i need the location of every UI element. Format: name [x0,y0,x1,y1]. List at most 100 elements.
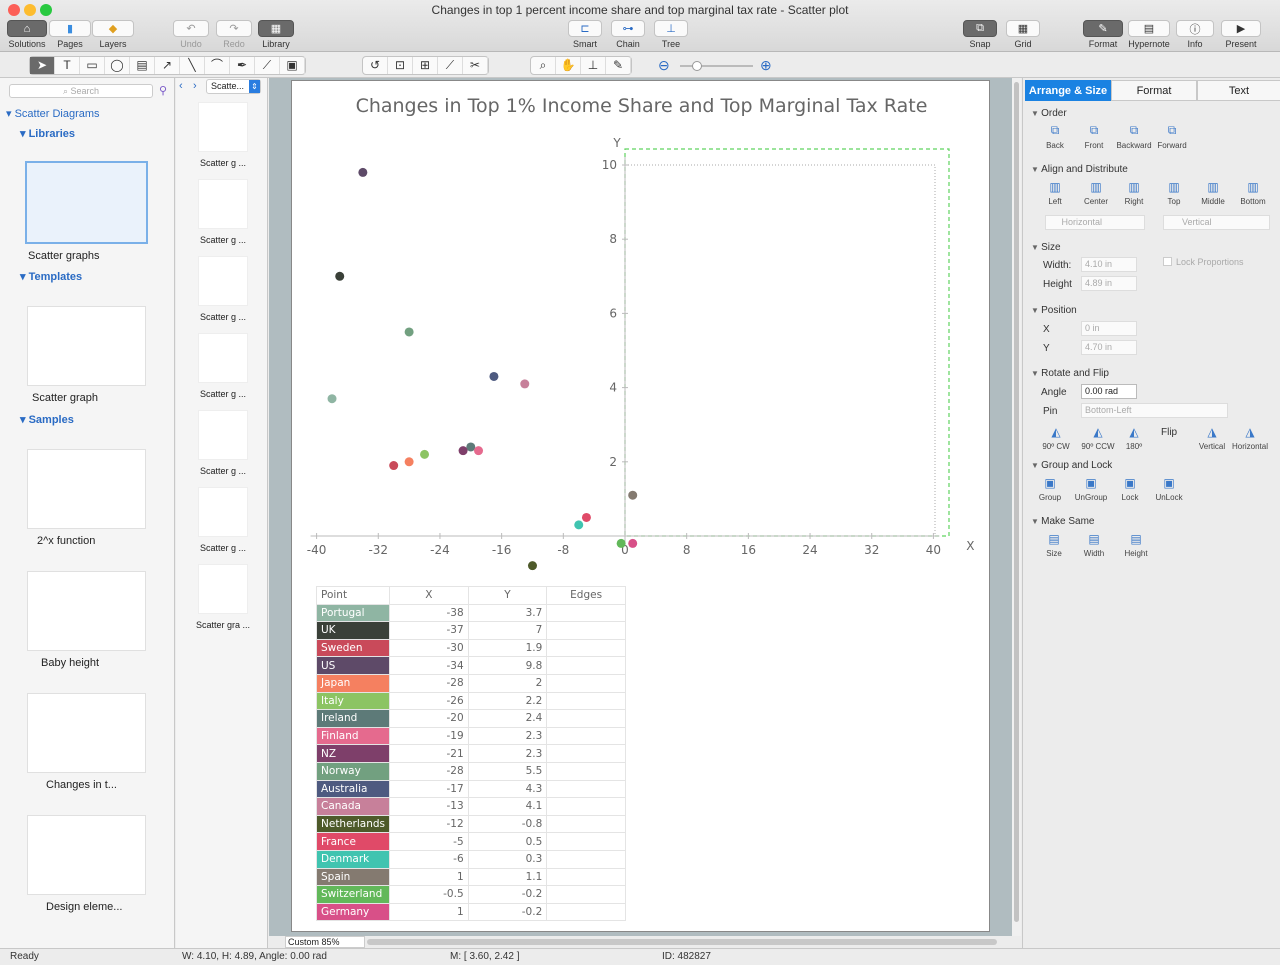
height-button[interactable]: ▤ Height [1114,532,1158,558]
shape-thumb[interactable] [198,256,248,306]
sample-thumb[interactable] [27,449,146,529]
point-y[interactable]: 2.3 [467,744,548,763]
shape-thumb[interactable] [198,179,248,229]
data-point-switzerland[interactable] [616,538,626,548]
text-tool-icon[interactable]: T [55,57,80,74]
data-point-germany[interactable] [628,538,638,548]
point-y[interactable]: 3.7 [467,603,548,623]
library-selector[interactable]: Scatte... ⇕ [206,79,261,94]
point-edges[interactable] [546,885,626,904]
back-button[interactable]: ⧉ Back [1033,123,1077,150]
zoom-out-icon[interactable]: ⊖ [658,57,670,74]
point-y[interactable]: 2.3 [467,726,548,746]
redo-button[interactable]: ↷ Redo [215,20,253,49]
group-button[interactable]: ▣ Group [1028,476,1072,502]
point-y[interactable]: -0.2 [467,885,548,904]
solutions-button[interactable]: ⌂ Solutions [6,20,48,49]
unlock-button[interactable]: ▣ UnLock [1147,476,1191,502]
point-edges[interactable] [546,621,626,640]
point-x[interactable]: 1 [389,867,469,887]
point-edges[interactable] [546,726,626,746]
bezier-tool-icon[interactable]: ⟋ [255,57,280,74]
tree-templates[interactable]: ▾ Templates [20,270,82,283]
format-button[interactable]: ✎ Format [1082,20,1124,49]
point-x[interactable]: -6 [389,849,469,869]
smart-button[interactable]: ⊏ Smart [567,20,603,49]
data-point-canada[interactable] [520,379,530,389]
point-edges[interactable] [546,709,626,728]
shape-thumb[interactable] [198,410,248,460]
point-y[interactable]: 1.9 [467,638,548,658]
data-point-sweden[interactable] [389,461,399,471]
layers-button[interactable]: ◆ Layers [91,20,135,49]
point-x[interactable]: -19 [389,726,469,746]
point-y[interactable]: -0.2 [467,902,548,922]
selection-box[interactable] [624,148,950,537]
point-y[interactable]: 0.5 [467,832,548,851]
zoom-slider-handle[interactable] [692,61,702,71]
point-x[interactable]: -30 [389,638,469,658]
ungroup-button[interactable]: ▣ UnGroup [1069,476,1113,502]
180--button[interactable]: ◭ 180º [1112,425,1156,451]
container-tool-icon[interactable]: ▣ [280,57,305,74]
library-scatter-graphs-thumb[interactable] [25,161,148,244]
width-button[interactable]: ▤ Width [1072,532,1116,558]
point-edges[interactable] [546,797,626,816]
library-button[interactable]: ▦ Library [257,20,295,49]
pin-select[interactable]: Bottom-Left [1081,403,1228,418]
point-y[interactable]: 4.3 [467,779,548,799]
chain-button[interactable]: ⊶ Chain [610,20,646,49]
point-edges[interactable] [546,673,626,693]
shape-thumb[interactable] [198,564,248,614]
data-point-france[interactable] [581,512,591,522]
sample-thumb[interactable] [27,693,146,773]
point-edges[interactable] [546,849,626,869]
point-edges[interactable] [546,656,626,675]
tab-arrange-size[interactable]: Arrange & Size [1025,80,1111,101]
point-x[interactable]: -0.5 [389,885,469,904]
point-edges[interactable] [546,603,626,623]
left-button[interactable]: ▥ Left [1033,180,1077,206]
data-point-ireland[interactable] [466,442,476,452]
present-button[interactable]: ▶ Present [1220,20,1262,49]
shape-thumb[interactable] [198,487,248,537]
crop-icon[interactable]: ⊡ [388,57,413,74]
shape-thumb[interactable] [198,102,248,152]
front-button[interactable]: ⧉ Front [1072,123,1116,150]
add-point-icon[interactable]: ⟋ [438,57,463,74]
grid-button[interactable]: ▦ Grid [1005,20,1041,49]
width-input[interactable]: 4.10 in [1081,257,1137,272]
pages-button[interactable]: ▮ Pages [48,20,92,49]
lock-button[interactable]: ▣ Lock [1108,476,1152,502]
tree-libraries[interactable]: ▾ Libraries [20,127,75,140]
data-point-us[interactable] [358,167,368,177]
undo-button[interactable]: ↶ Undo [172,20,210,49]
back-icon[interactable]: ‹ [179,80,183,92]
remove-point-icon[interactable]: ✂ [463,57,488,74]
point-edges[interactable] [546,638,626,658]
x-input[interactable]: 0 in [1081,321,1137,336]
search-input[interactable]: ⌕ Search [9,84,153,98]
point-x[interactable]: -21 [389,744,469,763]
90-cw-button[interactable]: ◭ 90º CW [1034,425,1078,451]
data-point-portugal[interactable] [327,394,337,404]
bottom-button[interactable]: ▥ Bottom [1231,180,1275,206]
top-button[interactable]: ▥ Top [1152,180,1196,206]
point-x[interactable]: -26 [389,691,469,711]
point-y[interactable]: 5.5 [467,761,548,781]
horizontal-button[interactable]: ◮ Horizontal [1228,425,1272,451]
tree-root-scatter-diagrams[interactable]: ▾ Scatter Diagrams [6,107,100,120]
info-button[interactable]: ⓘ Info [1175,20,1215,49]
page-canvas[interactable]: Changes in Top 1% Income Share and Top M… [291,80,990,932]
point-y[interactable]: 2.4 [467,709,548,728]
point-edges[interactable] [546,691,626,711]
group-tool-icon[interactable]: ⊞ [413,57,438,74]
ellipse-tool-icon[interactable]: ◯ [105,57,130,74]
point-edges[interactable] [546,832,626,851]
point-x[interactable]: -38 [389,603,469,623]
lock-proportions-checkbox[interactable] [1163,257,1172,266]
tab-format[interactable]: Format [1111,80,1197,101]
point-x[interactable]: -12 [389,814,469,834]
forward-icon[interactable]: › [193,80,197,92]
data-point-australia[interactable] [489,371,499,381]
